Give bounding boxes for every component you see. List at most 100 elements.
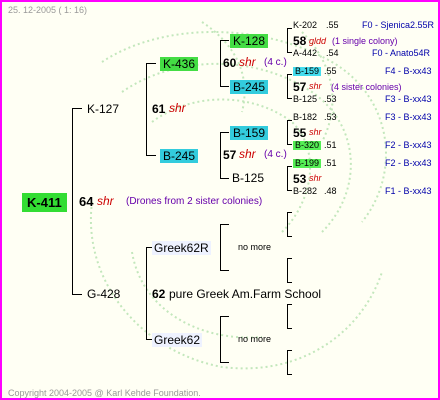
great-grandparent-b125[interactable]: B-125 [232, 172, 264, 184]
connector [72, 294, 82, 295]
gggp-ref: F3 - B-xx43 [385, 94, 432, 104]
great-grandparent-b245[interactable]: B-245 [230, 80, 269, 94]
connector-greek62 [220, 316, 221, 362]
gggp-code: shr [309, 127, 322, 137]
connector [287, 258, 292, 259]
connector [220, 316, 229, 317]
connector [146, 155, 156, 156]
gggp-code: gldd [309, 36, 327, 46]
connector [146, 63, 156, 64]
connector-empty [287, 304, 288, 328]
connector-b125-ggp [287, 166, 288, 190]
grandparent-greek62[interactable]: Greek62 [152, 333, 203, 347]
connector [287, 236, 292, 237]
connector-k436 [220, 40, 221, 86]
connector-empty [287, 350, 288, 374]
parent-top-label[interactable]: K-127 [87, 103, 119, 115]
connector [287, 212, 292, 213]
gggp-value: .55 [326, 20, 339, 30]
parent-bottom-label[interactable]: G-428 [87, 288, 120, 300]
root-code: shr [97, 194, 114, 208]
gggp-label[interactable]: B-199 [293, 159, 322, 168]
connector [220, 362, 229, 363]
connector [72, 108, 82, 109]
connector [287, 328, 292, 329]
connector [287, 304, 292, 305]
gggp-label[interactable]: A-442 [293, 49, 317, 58]
gggp-code: shr [309, 173, 322, 183]
parent-bottom-number: 62 [152, 287, 166, 301]
grandparent-greek62r[interactable]: Greek62R [152, 241, 211, 255]
connector [287, 350, 292, 351]
gggp-label[interactable]: B-182 [293, 113, 317, 122]
pedigree-chart: 25. 12-2005 ( 1: 16) Copyright 2004-2005… [0, 0, 440, 400]
no-more-label: no more [238, 334, 272, 344]
gggp-value: .48 [324, 186, 337, 196]
connector [287, 120, 292, 121]
connector [287, 52, 292, 53]
gggp-value: .53 [324, 112, 337, 122]
gggp-note: (4 sister colonies) [331, 82, 402, 92]
connector-empty [287, 212, 288, 236]
great-grandparent-k128[interactable]: K-128 [230, 34, 269, 48]
grandparent-number: 60 [223, 56, 237, 70]
parent-bottom-note: pure Greek Am.Farm School [169, 287, 322, 301]
header-date: 25. 12-2005 ( 1: 16) [8, 5, 88, 15]
great-grandparent-b159[interactable]: B-159 [230, 126, 269, 140]
connector-b245-ggp [287, 74, 288, 98]
gggp-ref: F1 - B-xx43 [385, 186, 432, 196]
connector [287, 166, 292, 167]
parent-top-number: 61 [152, 102, 166, 116]
root-note: (Drones from 2 sister colonies) [126, 196, 263, 207]
no-more-label: no more [238, 242, 272, 252]
gggp-value: .53 [324, 94, 337, 104]
connector [287, 190, 292, 191]
grandparent-number: 57 [223, 148, 237, 162]
grandparent-count: (4 c.) [264, 149, 287, 160]
gggp-number: 58 [293, 34, 307, 48]
gggp-value: .54 [326, 48, 339, 58]
gggp-ref: F3 - B-xx43 [385, 112, 432, 122]
gggp-number: 55 [293, 126, 307, 140]
parent-top-code: shr [169, 101, 186, 115]
connector-empty [287, 258, 288, 282]
connector-root [72, 108, 73, 294]
gggp-label[interactable]: B-320 [293, 141, 322, 150]
gggp-value: .55 [324, 66, 337, 76]
footer-copyright: Copyright 2004-2005 @ Karl Kehde Foundat… [8, 388, 201, 398]
gggp-label[interactable]: B-159 [293, 67, 322, 76]
gggp-label[interactable]: K-202 [293, 21, 317, 30]
connector-b245 [220, 132, 221, 178]
connector-b159-ggp [287, 120, 288, 144]
gggp-number: 53 [293, 172, 307, 186]
connector [220, 178, 229, 179]
gggp-label[interactable]: B-282 [293, 187, 317, 196]
connector-greek62r [220, 224, 221, 270]
gggp-ref: F4 - B-xx43 [385, 66, 432, 76]
grandparent-k436[interactable]: K-436 [160, 57, 199, 71]
gggp-label[interactable]: B-125 [293, 95, 317, 104]
gggp-value: .51 [324, 158, 337, 168]
grandparent-code: shr [239, 55, 256, 69]
gggp-code: shr [309, 81, 322, 91]
gggp-number: 57 [293, 80, 307, 94]
grandparent-b245[interactable]: B-245 [160, 149, 199, 163]
connector [220, 132, 229, 133]
gggp-ref: F2 - B-xx43 [385, 158, 432, 168]
connector [287, 282, 292, 283]
grandparent-code: shr [239, 147, 256, 161]
connector [287, 144, 292, 145]
gggp-note: (1 single colony) [332, 36, 398, 46]
connector-k128 [287, 28, 288, 52]
connector [220, 40, 229, 41]
connector [287, 374, 292, 375]
connector [220, 224, 229, 225]
connector [287, 98, 292, 99]
connector [220, 86, 229, 87]
gggp-value: .51 [324, 140, 337, 150]
root-number: 64 [79, 194, 94, 209]
connector [220, 270, 229, 271]
root-queen-label[interactable]: K-411 [22, 193, 67, 212]
gggp-ref: F0 - Sjenica2.55R [362, 20, 435, 30]
connector-g428 [146, 247, 147, 339]
